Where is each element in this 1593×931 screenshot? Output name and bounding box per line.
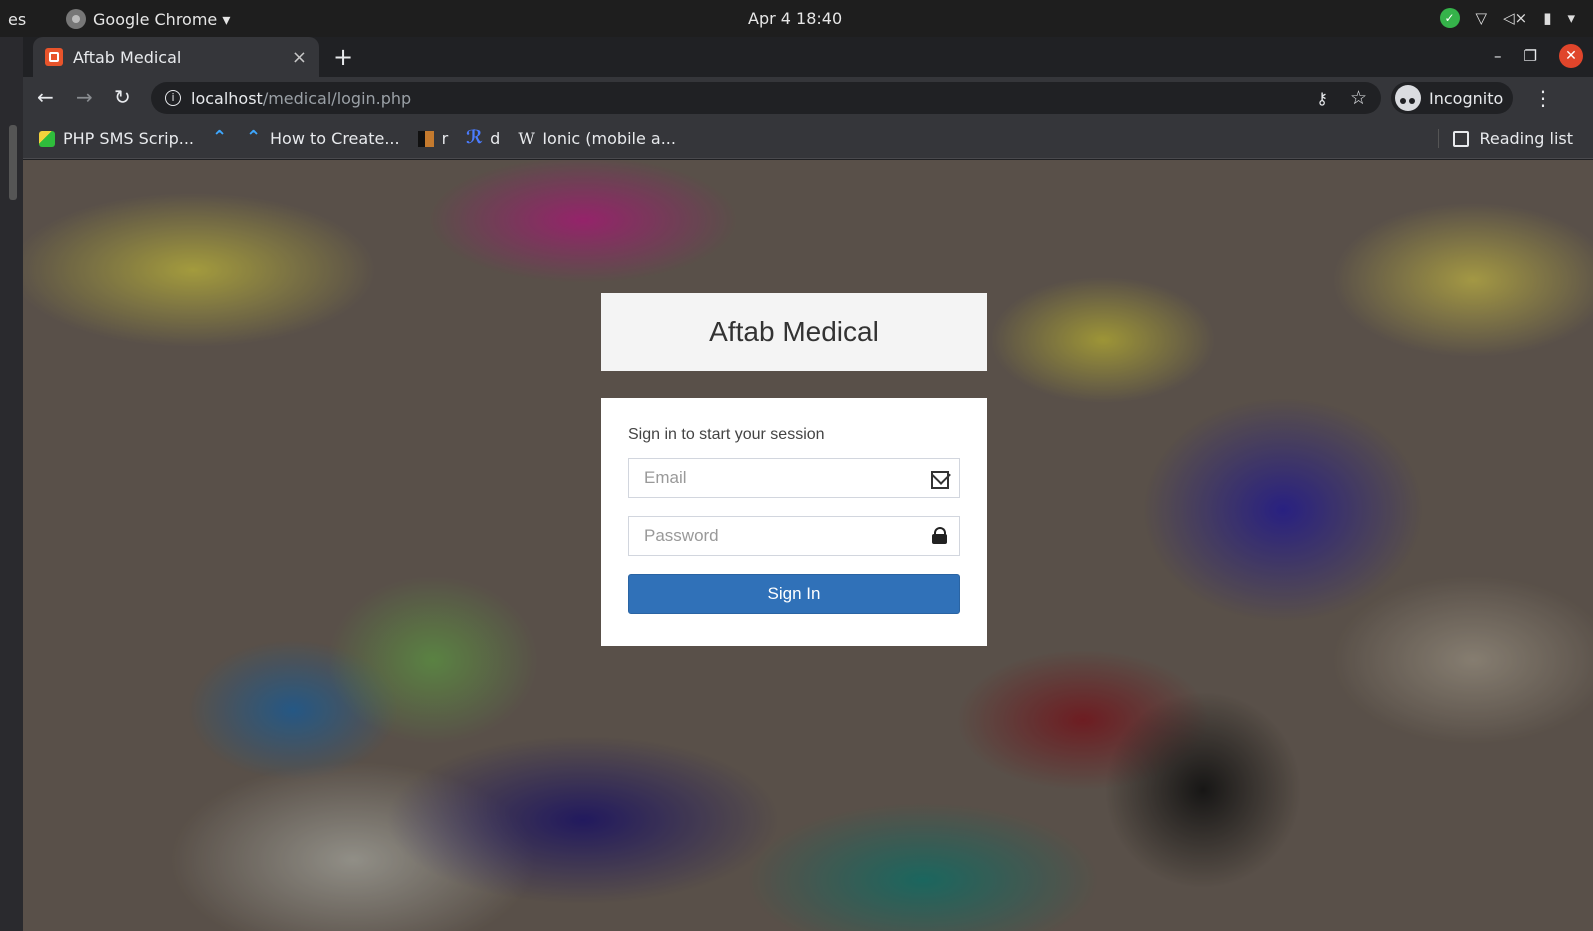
login-message: Sign in to start your session: [628, 426, 825, 443]
window-close-icon[interactable]: ✕: [1559, 44, 1583, 68]
site-title: Aftab Medical: [709, 316, 879, 347]
tray-menu-chevron-down-icon[interactable]: ▾: [1567, 9, 1575, 27]
window-controls: – ❐ ✕: [1494, 44, 1583, 68]
system-tray[interactable]: ✓ ▽ ◁× ▮ ▾: [1439, 8, 1575, 28]
bookmark-label: How to Create...: [270, 129, 400, 148]
bookmark-php-sms[interactable]: PHP SMS Scrip...: [39, 129, 194, 148]
url-path: /medical/login.php: [262, 88, 412, 108]
restore-icon[interactable]: ❐: [1524, 47, 1537, 65]
bookmark-how-to-create[interactable]: ⌃ How to Create...: [246, 126, 400, 148]
email-field-group: [628, 458, 960, 498]
site-favicon-icon: [45, 48, 63, 66]
password-field-group: [628, 516, 960, 556]
chrome-logo-icon: [66, 9, 86, 29]
bookmark-label: d: [490, 129, 501, 148]
arc-icon: ⌃: [212, 126, 228, 148]
url-host: localhost: [191, 88, 263, 108]
tab-aftab-medical[interactable]: Aftab Medical ×: [33, 37, 319, 77]
bookmark-label: r: [441, 129, 449, 148]
wifi-icon[interactable]: ▽: [1476, 9, 1488, 27]
dock-strip: [0, 37, 23, 931]
reading-list-label: Reading list: [1479, 129, 1573, 148]
lock-icon: [931, 527, 949, 545]
forward-arrow-icon[interactable]: →: [76, 85, 93, 109]
reading-list-icon: [1453, 130, 1470, 147]
address-bar[interactable]: i localhost/medical/login.php ⚷ ☆: [151, 82, 1381, 114]
browser-menu-icon[interactable]: ⋮: [1533, 86, 1553, 110]
incognito-badge[interactable]: Incognito: [1391, 82, 1514, 114]
arc-icon: ⌃: [246, 126, 262, 148]
dock-indicator: [9, 125, 17, 200]
activities-button[interactable]: es: [8, 10, 26, 29]
reload-icon[interactable]: ↻: [114, 85, 131, 109]
tab-title: Aftab Medical: [73, 47, 182, 67]
incognito-icon: [1395, 85, 1421, 111]
browser-toolbar: ← → ↻ i localhost/medical/login.php ⚷ ☆ …: [23, 77, 1593, 119]
sms-icon: [39, 130, 55, 147]
bookmarks-bar: PHP SMS Scrip... ⌃ ⌃ How to Create... r …: [23, 119, 1593, 159]
os-top-bar: es Google Chrome ▾ Apr 4 18:40 ✓ ▽ ◁× ▮ …: [0, 0, 1593, 37]
update-check-icon[interactable]: ✓: [1439, 8, 1460, 28]
system-clock[interactable]: Apr 4 18:40: [748, 9, 842, 28]
incognito-label: Incognito: [1429, 88, 1504, 108]
book-icon: [417, 130, 434, 147]
battery-icon[interactable]: ▮: [1543, 9, 1551, 27]
back-arrow-icon[interactable]: ←: [37, 85, 54, 109]
bookmark-label: Ionic (mobile a...: [542, 129, 676, 148]
login-logo: Aftab Medical: [601, 293, 987, 371]
app-menu[interactable]: Google Chrome ▾: [66, 9, 230, 29]
bookmark-label: PHP SMS Scrip...: [63, 129, 195, 148]
w-icon: W: [518, 128, 535, 148]
new-tab-button[interactable]: +: [333, 43, 353, 71]
bookmark-arc[interactable]: ⌃: [212, 126, 228, 148]
bookmark-ionic[interactable]: W Ionic (mobile a...: [518, 129, 676, 148]
reading-list-button[interactable]: Reading list: [1438, 129, 1573, 148]
tab-strip: Aftab Medical × + – ❐ ✕: [23, 37, 1593, 77]
bookmark-d[interactable]: ℛ d: [466, 126, 501, 148]
password-key-icon[interactable]: ⚷: [1316, 89, 1328, 108]
page-viewport: Aftab Medical Sign in to start your sess…: [23, 160, 1593, 931]
bookmark-star-icon[interactable]: ☆: [1350, 87, 1367, 109]
minimize-icon[interactable]: –: [1494, 47, 1502, 65]
app-menu-label: Google Chrome ▾: [93, 9, 231, 29]
email-input[interactable]: [628, 458, 960, 498]
login-box: Sign in to start your session Sign In: [601, 398, 987, 646]
sign-in-button[interactable]: Sign In: [628, 574, 960, 614]
password-input[interactable]: [628, 516, 960, 556]
browser-window: Aftab Medical × + – ❐ ✕ ← → ↻ i localhos…: [23, 37, 1593, 931]
bookmark-r[interactable]: r: [417, 129, 449, 148]
tab-close-icon[interactable]: ×: [292, 47, 307, 68]
volume-muted-icon[interactable]: ◁×: [1503, 9, 1527, 27]
site-info-icon[interactable]: i: [165, 90, 181, 106]
envelope-icon: [931, 471, 949, 489]
d-icon: ℛ: [466, 126, 484, 148]
